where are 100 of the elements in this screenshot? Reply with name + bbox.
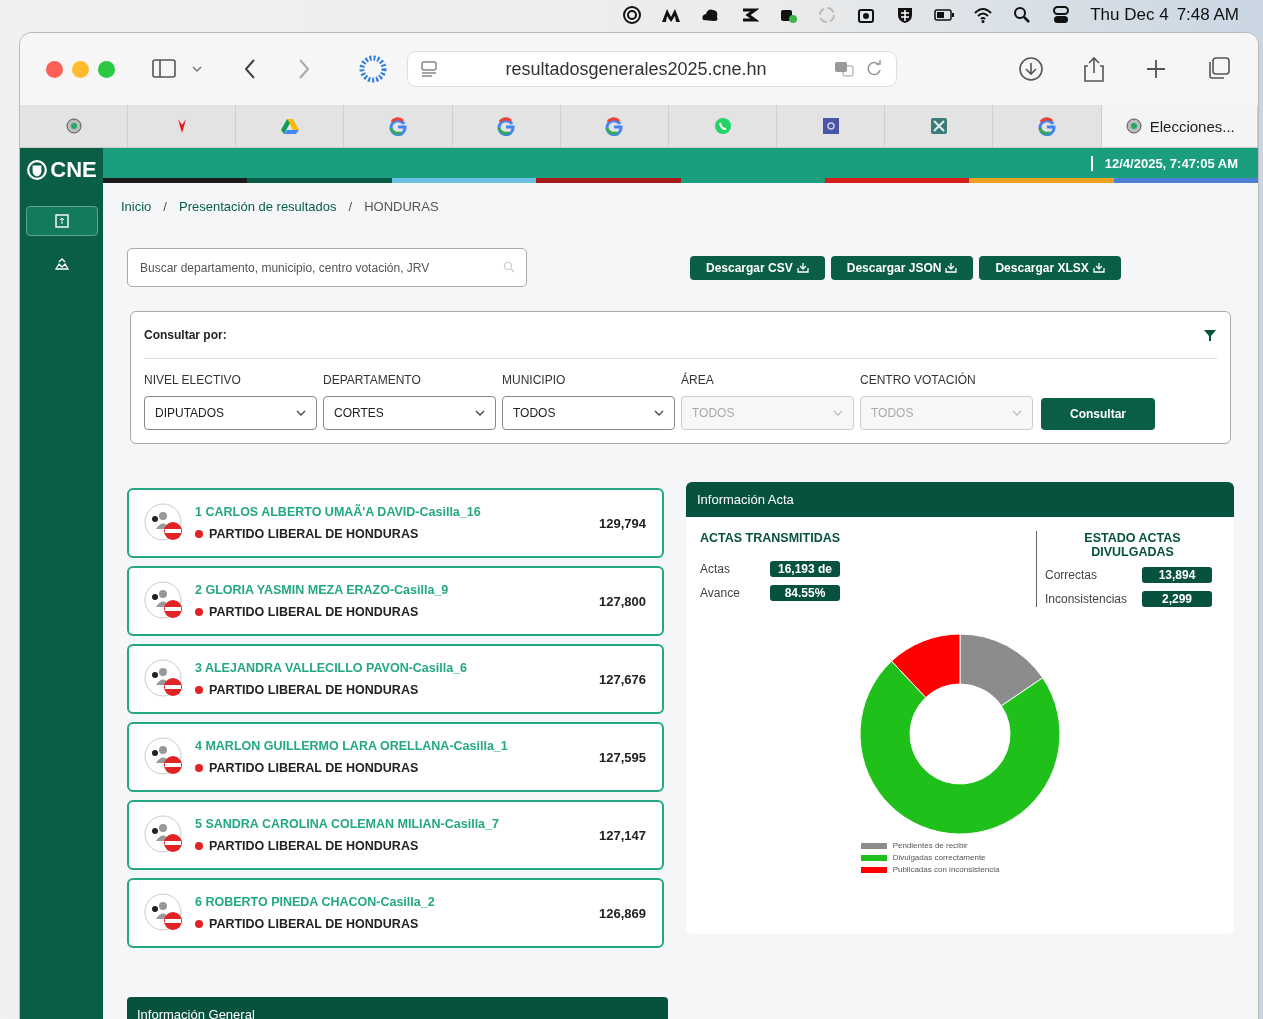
cloud-rings-icon bbox=[622, 5, 643, 25]
field-label: ÁREA bbox=[681, 373, 715, 387]
search-icon bbox=[503, 261, 515, 273]
chat-bubble-icon bbox=[712, 116, 733, 136]
field-label: CENTRO VOTACIÓN bbox=[860, 373, 977, 387]
sidebar-item[interactable] bbox=[25, 206, 98, 236]
download-icon bbox=[945, 262, 958, 273]
translate-icon bbox=[834, 59, 854, 79]
download-icon bbox=[796, 262, 809, 273]
menubar-date: Thu Dec 4 bbox=[1090, 5, 1169, 25]
candidate-name: 5 SANDRA CAROLINA COLEMAN MILIAN-Casilla_7 bbox=[195, 817, 500, 831]
g-logo-icon bbox=[388, 116, 409, 136]
panel-title: Información General bbox=[137, 1007, 255, 1019]
vote-count: 127,595 bbox=[599, 749, 646, 765]
download-icon bbox=[1018, 56, 1044, 82]
field-label: NIVEL ELECTIVO bbox=[144, 373, 242, 387]
dropdown[interactable]: TODOS bbox=[502, 396, 675, 430]
party-name: PARTIDO LIBERAL DE HONDURAS bbox=[209, 917, 419, 931]
stat-value: 16,193 de bbox=[770, 561, 840, 577]
browser-tab[interactable]: Elecciones... bbox=[1101, 105, 1258, 147]
legend-label: Publicadas con inconsistencia bbox=[892, 865, 1000, 874]
vote-count: 126,869 bbox=[599, 905, 646, 921]
candidate-name: 3 ALEJANDRA VALLECILLO PAVON-Casilla_6 bbox=[195, 661, 469, 675]
candidate-name: 6 ROBERTO PINEDA CHACON-Casilla_2 bbox=[195, 895, 436, 909]
legend-label: Divulgadas correctamente bbox=[892, 853, 986, 862]
legend-label: Pendientes de recibir bbox=[892, 841, 968, 850]
g-logo-icon bbox=[1037, 116, 1057, 136]
badge-icon bbox=[1123, 116, 1144, 136]
field-label: DEPARTAMENTO bbox=[323, 373, 422, 387]
candidate-name: 4 MARLON GUILLERMO LARA ORELLANA-Casilla_1 bbox=[195, 739, 509, 753]
zoom-button[interactable] bbox=[98, 60, 115, 78]
panel-title: Consultar por: bbox=[144, 328, 227, 342]
party-avatar-icon bbox=[143, 658, 185, 700]
back-icon bbox=[245, 59, 255, 79]
page-icon bbox=[420, 60, 438, 78]
breadcrumb-link[interactable]: Inicio bbox=[121, 199, 152, 214]
g-logo-icon bbox=[604, 116, 625, 136]
chevron-down-icon bbox=[1012, 410, 1022, 416]
candidate-card[interactable]: 4 MARLON GUILLERMO LARA ORELLANA-Casilla_1 PARTIDO LIBERAL DE HONDURAS 127,595 bbox=[127, 722, 664, 792]
menubar-time: 7:48 AM bbox=[1176, 5, 1239, 25]
chevron-down-icon bbox=[475, 410, 485, 416]
download-icon bbox=[1092, 262, 1105, 273]
dropdown[interactable]: DIPUTADOS bbox=[144, 396, 317, 430]
field-label: MUNICIPIO bbox=[502, 373, 567, 387]
vote-count: 127,676 bbox=[599, 671, 646, 687]
share-icon bbox=[1082, 56, 1106, 82]
party-name: PARTIDO LIBERAL DE HONDURAS bbox=[209, 683, 419, 697]
chevron-down-icon bbox=[833, 410, 843, 416]
tabs-overview-icon bbox=[1206, 56, 1232, 82]
drive-triangle-icon bbox=[279, 116, 300, 136]
party-avatar-icon bbox=[143, 580, 185, 622]
logo-text: CNE bbox=[50, 157, 97, 183]
section-heading: ACTAS TRANSMITIDAS bbox=[700, 531, 842, 545]
download-button[interactable]: Descargar XLSX bbox=[979, 255, 1121, 280]
candidate-card[interactable]: 6 ROBERTO PINEDA CHACON-Casilla_2 PARTIDO LIBERAL DE HONDURAS 126,869 bbox=[127, 878, 664, 948]
chevron-down-icon bbox=[191, 63, 203, 75]
g-logo-icon bbox=[496, 116, 517, 136]
stat-label: Inconsistencias bbox=[1045, 592, 1129, 606]
dropdown[interactable]: CORTES bbox=[323, 396, 496, 430]
close-button[interactable] bbox=[46, 60, 63, 78]
wifi-icon bbox=[973, 5, 994, 25]
toggle-icon bbox=[1051, 5, 1072, 25]
stat-label: Avance bbox=[700, 586, 741, 600]
plus-icon bbox=[1144, 57, 1168, 81]
breadcrumb-link[interactable]: Presentación de resultados bbox=[179, 199, 337, 214]
party-avatar-icon bbox=[143, 814, 185, 856]
stat-label: Actas bbox=[700, 562, 731, 576]
stat-value: 2,299 bbox=[1142, 591, 1212, 607]
party-name: PARTIDO LIBERAL DE HONDURAS bbox=[209, 761, 419, 775]
minimize-button[interactable] bbox=[72, 60, 89, 78]
download-button[interactable]: Descargar JSON bbox=[830, 255, 974, 280]
consult-button[interactable]: Consultar bbox=[1041, 398, 1155, 430]
sync-icon bbox=[817, 5, 838, 25]
sidebar-icon bbox=[151, 57, 177, 81]
breadcrumb-separator: / bbox=[348, 199, 353, 214]
candidate-card[interactable]: 2 GLORIA YASMIN MEZA ERAZO-Casilla_9 PARTIDO LIBERAL DE HONDURAS 127,800 bbox=[127, 566, 664, 636]
candidate-name: 1 CARLOS ALBERTO UMAÃ'A DAVID-Casilla_16 bbox=[195, 505, 482, 519]
vote-count: 127,800 bbox=[599, 593, 646, 609]
candidate-card[interactable]: 5 SANDRA CAROLINA COLEMAN MILIAN-Casilla_7 PARTIDO LIBERAL DE HONDURAS 127,147 bbox=[127, 800, 664, 870]
candidate-card[interactable]: 3 ALEJANDRA VALLECILLO PAVON-Casilla_6 PARTIDO LIBERAL DE HONDURAS 127,676 bbox=[127, 644, 664, 714]
party-name: PARTIDO LIBERAL DE HONDURAS bbox=[209, 839, 419, 853]
stat-value: 13,894 bbox=[1142, 567, 1212, 583]
section-heading: ESTADO ACTAS DIVULGADAS bbox=[1083, 531, 1182, 559]
badge-icon bbox=[63, 116, 84, 136]
filter-icon bbox=[1203, 328, 1217, 342]
breadcrumb-separator: / bbox=[163, 199, 167, 214]
chevron-down-icon bbox=[654, 410, 664, 416]
party-avatar-icon bbox=[143, 736, 185, 778]
vote-count: 127,147 bbox=[599, 827, 646, 843]
datetime-text: 12/4/2025, 7:47:05 AM bbox=[1090, 155, 1238, 171]
vote-count: 129,794 bbox=[599, 515, 646, 531]
candidate-card[interactable]: 1 CARLOS ALBERTO UMAÃ'A DAVID-Casilla_16 PARTIDO LIBERAL DE HONDURAS 129,794 bbox=[127, 488, 664, 558]
download-button[interactable]: Descargar CSV bbox=[690, 255, 825, 280]
party-name: PARTIDO LIBERAL DE HONDURAS bbox=[209, 605, 419, 619]
search-field[interactable]: Buscar departamento, municipio, centro votación, JRV bbox=[127, 248, 527, 287]
forward-icon bbox=[299, 59, 309, 79]
chevron-down-icon bbox=[296, 410, 306, 416]
shield-logo-icon bbox=[26, 159, 49, 181]
candidate-name: 2 GLORIA YASMIN MEZA ERAZO-Casilla_9 bbox=[195, 583, 450, 597]
panel-title: Información Acta bbox=[697, 492, 794, 507]
